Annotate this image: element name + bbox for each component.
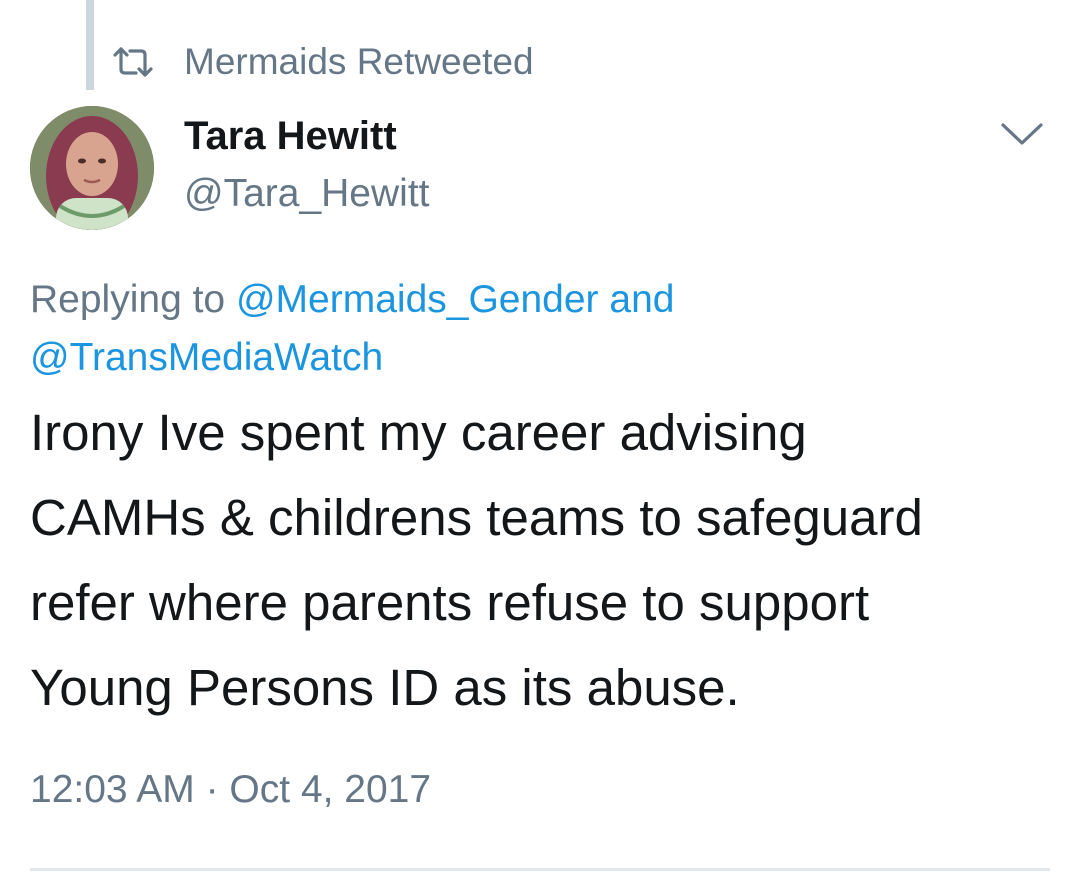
tweet-text-line: Young Persons ID as its abuse. — [30, 659, 740, 716]
replying-to-prefix: Replying to — [30, 278, 226, 321]
tweet-timestamp[interactable]: 12:03 AM · Oct 4, 2017 — [30, 768, 431, 812]
avatar[interactable] — [30, 106, 154, 230]
retweet-label[interactable]: Mermaids Retweeted — [184, 41, 534, 83]
tweet-text: Irony Ive spent my career advising CAMHs… — [30, 390, 1060, 730]
thread-connector-line — [86, 0, 94, 90]
chevron-down-icon — [1000, 121, 1044, 152]
reply-mention-mermaids-gender[interactable]: @Mermaids_Gender — [236, 278, 599, 321]
reply-mention-joiner[interactable]: and — [609, 278, 674, 321]
replying-to-line: Replying to @Mermaids_Gender and — [30, 272, 674, 328]
tweet-text-line: refer where parents refuse to support — [30, 574, 870, 631]
author-handle[interactable]: @Tara_Hewitt — [184, 172, 430, 216]
reply-mention-transmediawatch[interactable]: @TransMediaWatch — [30, 336, 383, 379]
author-display-name[interactable]: Tara Hewitt — [184, 114, 397, 159]
tweet-menu-button[interactable] — [996, 116, 1048, 156]
tweet-text-line: CAMHs & childrens teams to safeguard — [30, 489, 923, 546]
retweet-context: Mermaids Retweeted — [112, 38, 534, 86]
replying-to-line-2: @TransMediaWatch — [30, 330, 383, 386]
divider — [30, 868, 1050, 871]
retweet-icon — [112, 45, 154, 79]
tweet-text-line: Irony Ive spent my career advising — [30, 404, 807, 461]
